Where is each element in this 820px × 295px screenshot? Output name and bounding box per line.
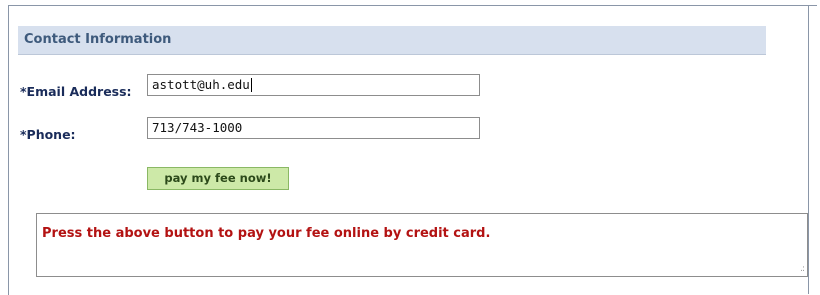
text-caret [250,78,252,92]
message-textarea[interactable]: Press the above button to pay your fee o… [36,213,808,277]
phone-label: *Phone: [20,127,76,142]
resize-grip-icon[interactable]: .: [794,264,805,274]
phone-field[interactable]: 713/743-1000 [147,117,480,139]
pay-fee-button[interactable]: pay my fee now! [147,167,289,190]
email-label: *Email Address: [20,84,132,99]
email-value: astott@uh.edu [152,77,250,92]
contact-information-header: Contact Information [18,26,766,55]
phone-value: 713/743-1000 [152,120,243,135]
email-field[interactable]: astott@uh.edu [147,74,480,96]
section-title: Contact Information [24,32,172,47]
message-text: Press the above button to pay your fee o… [42,226,491,241]
frame-right-border [808,5,809,294]
